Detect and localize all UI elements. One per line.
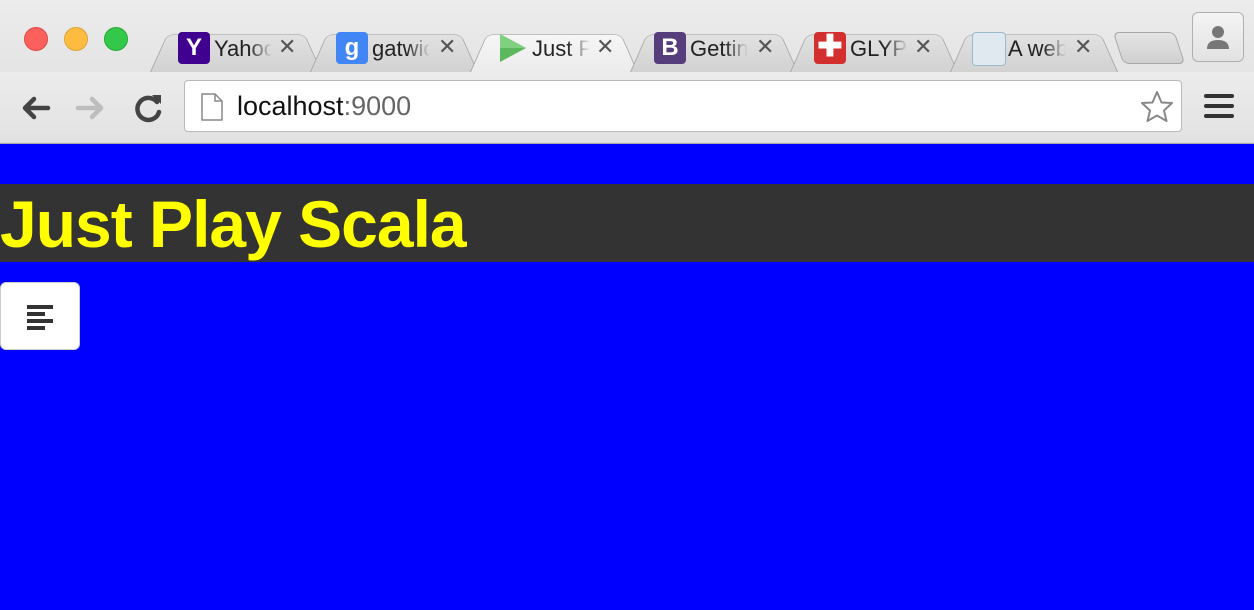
play-icon	[496, 32, 528, 64]
tab-title: GLYPHICONS	[850, 36, 908, 61]
url-text[interactable]: localhost:9000	[237, 91, 411, 122]
close-window-button[interactable]	[24, 27, 48, 51]
tab-title: A web	[1008, 36, 1066, 61]
tab-title: Getting started	[690, 36, 748, 61]
minimize-window-button[interactable]	[64, 27, 88, 51]
bootstrap-icon: B	[654, 32, 686, 64]
page-background	[0, 144, 1254, 184]
url-port: :9000	[343, 91, 412, 121]
tab-gatwick[interactable]: g gatwick ✕	[310, 24, 478, 72]
close-tab-icon[interactable]: ✕	[914, 34, 932, 60]
browser-menu-icon[interactable]	[1204, 94, 1234, 120]
person-icon	[1207, 26, 1229, 49]
tab-yahoo[interactable]: Y Yahoo ✕	[150, 24, 322, 72]
google-icon: g	[336, 32, 368, 64]
maximize-window-button[interactable]	[104, 27, 128, 51]
forward-arrow-icon[interactable]	[72, 90, 108, 126]
close-tab-icon[interactable]: ✕	[438, 34, 456, 60]
profile-button[interactable]	[1192, 12, 1244, 62]
tab-title: Just Play Scala	[532, 36, 590, 61]
glyphicons-icon: ✚	[814, 32, 846, 64]
yahoo-icon: Y	[178, 32, 210, 64]
tab-strip: Y Yahoo ✕ g gatwick ✕ Just Play Scala ✕ …	[0, 0, 1254, 72]
web-icon	[972, 32, 1006, 66]
tab-getting-started[interactable]: B Getting started ✕	[630, 24, 798, 72]
close-tab-icon[interactable]: ✕	[756, 34, 774, 60]
page-icon	[201, 93, 223, 121]
tab-a-web[interactable]: A web ✕	[950, 24, 1118, 72]
tab-title: Yahoo	[214, 36, 272, 61]
close-tab-icon[interactable]: ✕	[596, 34, 614, 60]
reload-icon[interactable]	[130, 90, 166, 126]
page-title: Just Play Scala	[0, 187, 467, 261]
bookmark-star-icon[interactable]	[1139, 89, 1175, 125]
sidebar-toggle-button[interactable]	[0, 282, 80, 350]
browser-toolbar: localhost:9000	[0, 72, 1254, 142]
tab-glyphicons[interactable]: ✚ GLYPHICONS ✕	[790, 24, 958, 72]
back-arrow-icon[interactable]	[18, 90, 54, 126]
close-tab-icon[interactable]: ✕	[278, 34, 296, 60]
new-tab-button[interactable]	[1112, 32, 1186, 64]
align-left-icon	[27, 305, 53, 333]
address-bar[interactable]: localhost:9000	[184, 80, 1182, 132]
tab-just-play-scala[interactable]: Just Play Scala ✕	[470, 24, 638, 72]
url-host: localhost	[237, 91, 344, 121]
tab-title: gatwick	[372, 36, 430, 61]
close-tab-icon[interactable]: ✕	[1074, 34, 1092, 60]
browser-chrome: Y Yahoo ✕ g gatwick ✕ Just Play Scala ✕ …	[0, 0, 1254, 144]
page-header: Just Play Scala	[0, 184, 1254, 262]
